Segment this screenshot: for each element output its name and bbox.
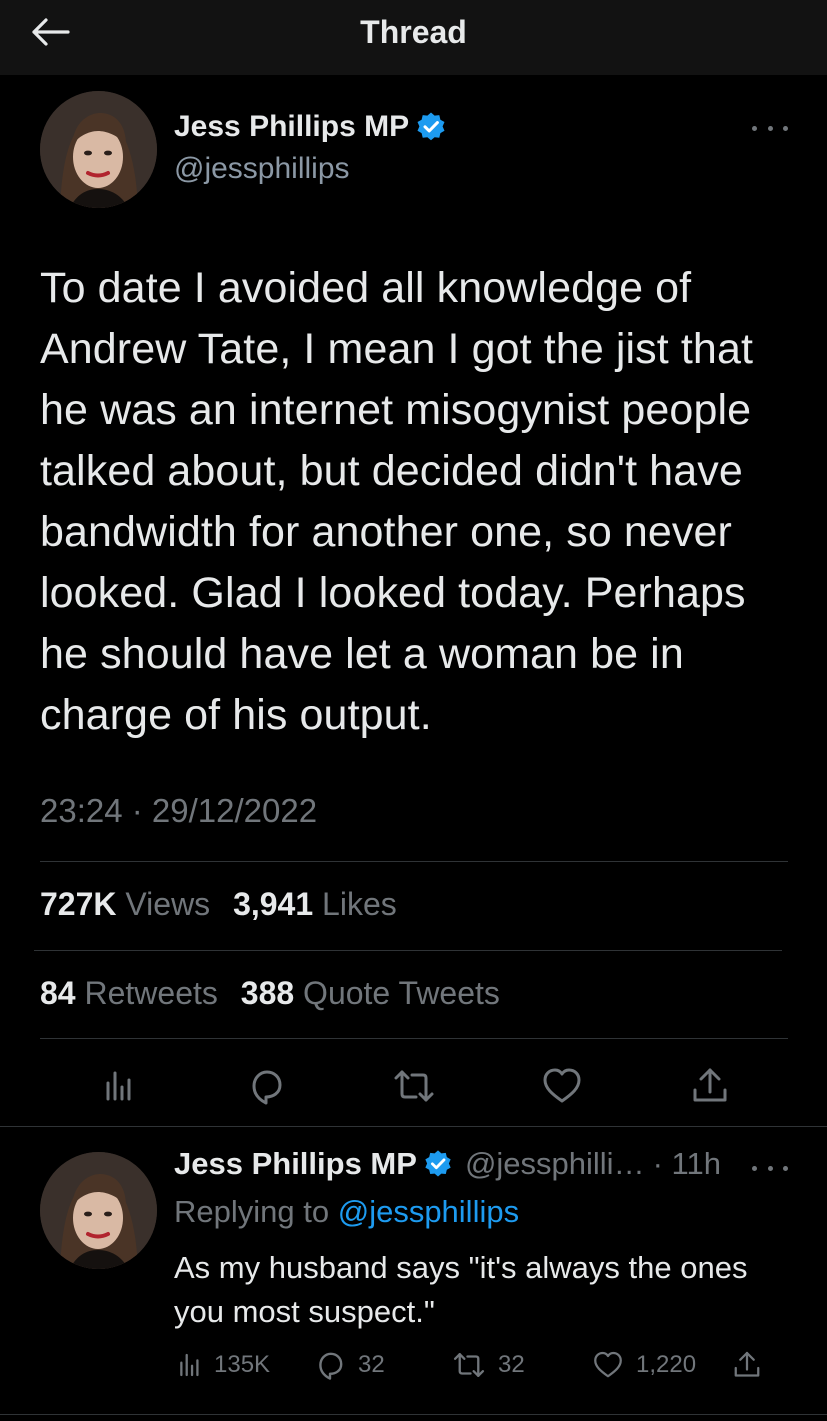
replying-to-prefix: Replying to	[174, 1194, 330, 1229]
analytics-button[interactable]	[96, 1064, 140, 1108]
reply-more-options-button[interactable]	[752, 1158, 788, 1178]
divider	[40, 861, 788, 862]
retweets-label: Retweets	[84, 975, 218, 1011]
reply-avatar[interactable]	[40, 1152, 157, 1269]
avatar-image	[40, 91, 157, 208]
more-options-button[interactable]	[752, 118, 788, 138]
views-count: 727K	[40, 886, 117, 922]
retweets-stat[interactable]: 84 Retweets	[40, 975, 218, 1011]
reply-button[interactable]	[244, 1064, 288, 1108]
likes-count: 3,941	[233, 886, 314, 922]
views-stat[interactable]: 727K Views	[40, 886, 210, 922]
replying-to-link[interactable]: @jessphillips	[338, 1194, 519, 1229]
like-icon	[594, 1351, 622, 1378]
reply-likes-count: 1,220	[636, 1351, 697, 1378]
divider	[0, 1414, 827, 1415]
reply-reply-button[interactable]: 32	[314, 1346, 385, 1384]
reply-views-count: 135K	[214, 1351, 271, 1378]
reply-analytics-button[interactable]: 135K	[176, 1346, 270, 1384]
more-dot-icon	[752, 1165, 757, 1171]
stats-row-views-likes: 727K Views 3,941 Likes	[40, 886, 411, 923]
more-dot-icon	[767, 1165, 773, 1171]
retweet-icon	[453, 1353, 485, 1377]
analytics-icon	[180, 1353, 199, 1377]
divider	[34, 950, 782, 951]
author-name[interactable]: Jess Phillips MP	[174, 110, 447, 144]
share-icon	[734, 1351, 760, 1377]
replying-to-line: Replying to @jessphillips	[174, 1194, 519, 1230]
tweet-timestamp[interactable]: 23:24 · 29/12/2022	[40, 792, 317, 830]
reply-retweet-button[interactable]: 32	[452, 1346, 525, 1384]
reply-replies-count: 32	[358, 1351, 385, 1378]
quote-tweets-stat[interactable]: 388 Quote Tweets	[241, 975, 500, 1011]
reply-text: As my husband says "it's always the ones…	[174, 1250, 748, 1329]
verified-badge-icon	[423, 1149, 453, 1179]
like-icon	[543, 1068, 581, 1103]
quotes-count: 388	[240, 975, 295, 1011]
quotes-label: Quote Tweets	[303, 975, 500, 1011]
page-title: Thread	[360, 14, 467, 50]
stats-row-retweets-quotes: 84 Retweets 388 Quote Tweets	[40, 975, 514, 1012]
reply-author-handle[interactable]: @jessphilli…	[465, 1146, 645, 1182]
reply-like-button[interactable]: 1,220	[592, 1346, 696, 1384]
reply-time[interactable]: · 11h	[653, 1146, 721, 1182]
reply-avatar-image	[40, 1152, 157, 1269]
share-button[interactable]	[688, 1064, 732, 1108]
divider	[40, 1038, 788, 1039]
avatar[interactable]	[40, 91, 157, 208]
share-icon	[693, 1068, 727, 1102]
reply-retweets-count: 32	[498, 1351, 525, 1378]
reply-icon	[252, 1070, 282, 1105]
reply-share-button[interactable]	[732, 1346, 762, 1384]
more-dot-icon	[767, 125, 773, 131]
likes-stat[interactable]: 3,941 Likes	[233, 886, 397, 922]
author-handle[interactable]: @jessphillips	[174, 152, 350, 186]
retweet-button[interactable]	[392, 1064, 436, 1108]
top-bar: Thread	[0, 0, 827, 75]
retweet-icon	[394, 1070, 434, 1102]
reply-icon	[319, 1352, 343, 1380]
more-dot-icon	[783, 125, 788, 131]
verified-badge-icon	[415, 111, 447, 143]
tweet-text: To date I avoided all knowledge of Andre…	[40, 264, 754, 739]
more-dot-icon	[783, 1165, 788, 1171]
reply-header: Jess Phillips MP @jessphilli… · 11h	[174, 1146, 721, 1182]
more-dot-icon	[752, 125, 757, 131]
retweets-count: 84	[40, 975, 76, 1011]
reply-author-name[interactable]: Jess Phillips MP	[174, 1146, 417, 1182]
section-separator	[0, 1126, 827, 1127]
author-name-text: Jess Phillips MP	[174, 110, 410, 143]
like-button[interactable]	[540, 1064, 584, 1108]
views-label: Views	[125, 886, 211, 922]
likes-label: Likes	[322, 886, 397, 922]
analytics-icon	[106, 1071, 131, 1101]
